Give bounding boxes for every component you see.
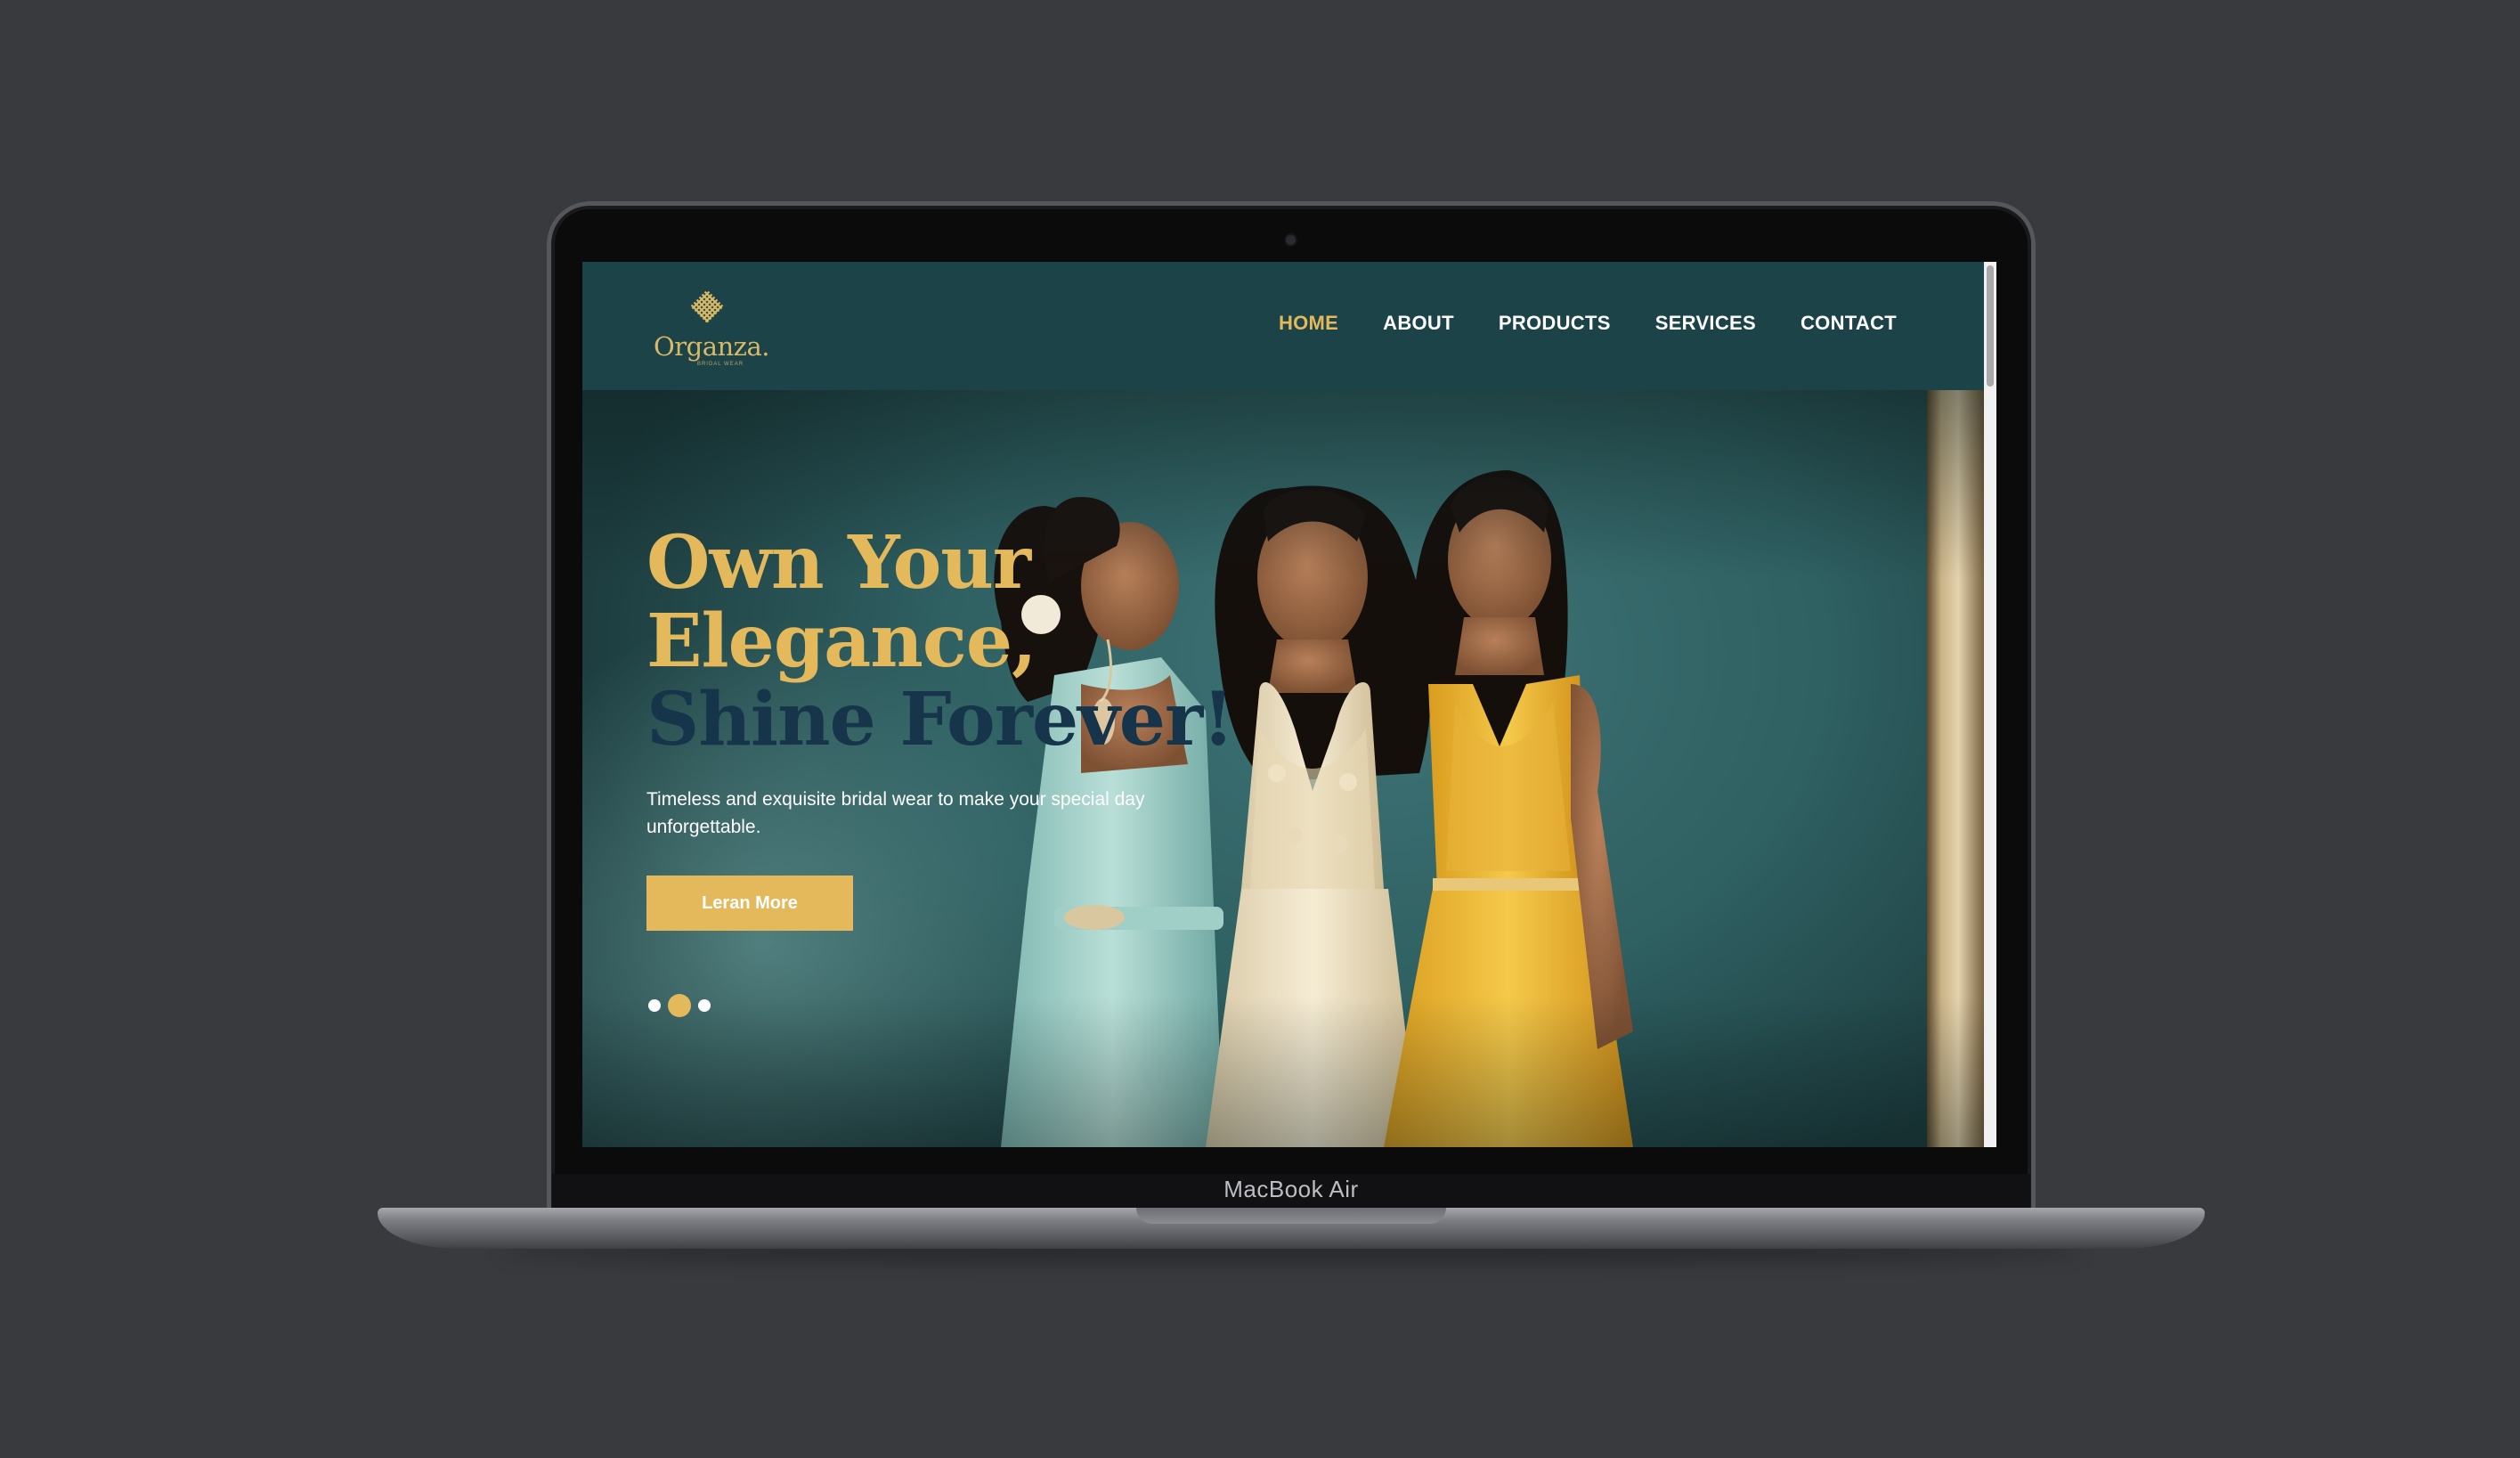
hero-vignette — [582, 390, 1984, 1147]
laptop-notch — [1136, 1208, 1446, 1224]
nav-item-home[interactable]: HOME — [1279, 312, 1338, 335]
headline-line-2: Elegance, — [646, 599, 1037, 684]
model-label: MacBook Air — [1223, 1176, 1359, 1202]
nav-item-services[interactable]: SERVICES — [1655, 312, 1756, 335]
site-header: Organza. BRIDAL WEAR HOME ABOUT PRODUCTS… — [582, 262, 1984, 390]
hero-headline: Own Your Elegance, Shine Forever! — [646, 520, 1234, 762]
brand-logo[interactable]: Organza. BRIDAL WEAR — [654, 289, 769, 369]
scrollbar[interactable] — [1984, 262, 1996, 1147]
nav-item-contact[interactable]: CONTACT — [1801, 312, 1897, 335]
browser-viewport: Organza. BRIDAL WEAR HOME ABOUT PRODUCTS… — [582, 262, 1996, 1147]
brand-name: Organza. — [654, 331, 769, 362]
headline-line-1: Own Your — [646, 520, 1031, 606]
scrollbar-thumb[interactable] — [1987, 265, 1994, 387]
camera-icon — [1286, 235, 1296, 245]
carousel-dot-3[interactable] — [698, 999, 711, 1012]
hero-subtext: Timeless and exquisite bridal wear to ma… — [646, 789, 1145, 837]
main-nav: HOME ABOUT PRODUCTS SERVICES CONTACT — [1279, 312, 1897, 335]
nav-item-about[interactable]: ABOUT — [1383, 312, 1454, 335]
hero-section: Own Your Elegance, Shine Forever! Timele… — [582, 390, 1984, 1147]
brand-tagline: BRIDAL WEAR — [696, 362, 744, 367]
lattice-logo-icon — [690, 289, 724, 323]
nav-item-products[interactable]: PRODUCTS — [1499, 312, 1611, 335]
carousel-dot-1[interactable] — [648, 999, 661, 1012]
headline-line-3: Shine Forever! — [646, 677, 1234, 762]
carousel-dots — [648, 992, 711, 1019]
carousel-dot-2[interactable] — [668, 994, 691, 1017]
learn-more-button[interactable]: Leran More — [646, 876, 853, 931]
